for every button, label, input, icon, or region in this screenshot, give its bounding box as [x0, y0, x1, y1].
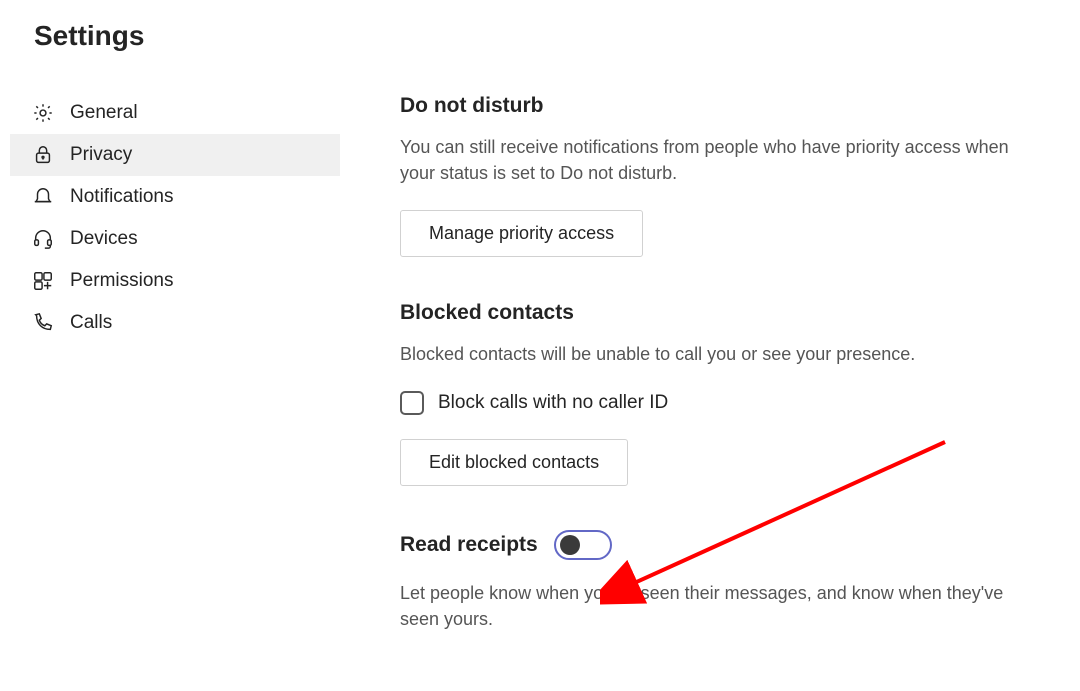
sidebar-item-privacy[interactable]: Privacy [10, 134, 340, 176]
block-no-caller-id-checkbox[interactable] [400, 391, 424, 415]
blocked-heading: Blocked contacts [400, 301, 1048, 325]
sidebar-item-notifications[interactable]: Notifications [10, 176, 340, 218]
sidebar-item-label: Calls [70, 312, 112, 334]
sidebar-item-calls[interactable]: Calls [10, 302, 340, 344]
toggle-knob [560, 535, 580, 555]
read-receipts-description: Let people know when you've seen their m… [400, 580, 1040, 632]
phone-icon [32, 312, 54, 334]
headset-icon [32, 228, 54, 250]
sidebar-item-devices[interactable]: Devices [10, 218, 340, 260]
manage-priority-access-button[interactable]: Manage priority access [400, 210, 643, 257]
page-title: Settings [34, 20, 1048, 52]
blocked-contacts-section: Blocked contacts Blocked contacts will b… [400, 301, 1048, 486]
read-receipts-section: Read receipts Let people know when you'v… [400, 530, 1048, 632]
read-receipts-heading: Read receipts [400, 533, 538, 557]
sidebar-item-label: Privacy [70, 144, 132, 166]
dnd-heading: Do not disturb [400, 94, 1048, 118]
sidebar-item-label: Devices [70, 228, 138, 250]
bell-icon [32, 186, 54, 208]
settings-content: Do not disturb You can still receive not… [400, 92, 1048, 656]
sidebar-item-label: General [70, 102, 138, 124]
block-no-caller-id-label: Block calls with no caller ID [438, 392, 668, 414]
read-receipts-toggle[interactable] [554, 530, 612, 560]
sidebar-item-general[interactable]: General [10, 92, 340, 134]
blocked-description: Blocked contacts will be unable to call … [400, 341, 1040, 367]
dnd-description: You can still receive notifications from… [400, 134, 1040, 186]
do-not-disturb-section: Do not disturb You can still receive not… [400, 94, 1048, 257]
gear-icon [32, 102, 54, 124]
edit-blocked-contacts-button[interactable]: Edit blocked contacts [400, 439, 628, 486]
sidebar-item-permissions[interactable]: Permissions [10, 260, 340, 302]
lock-icon [32, 144, 54, 166]
sidebar-item-label: Notifications [70, 186, 174, 208]
sidebar-item-label: Permissions [70, 270, 173, 292]
apps-icon [32, 270, 54, 292]
settings-sidebar: General Privacy [10, 92, 340, 656]
